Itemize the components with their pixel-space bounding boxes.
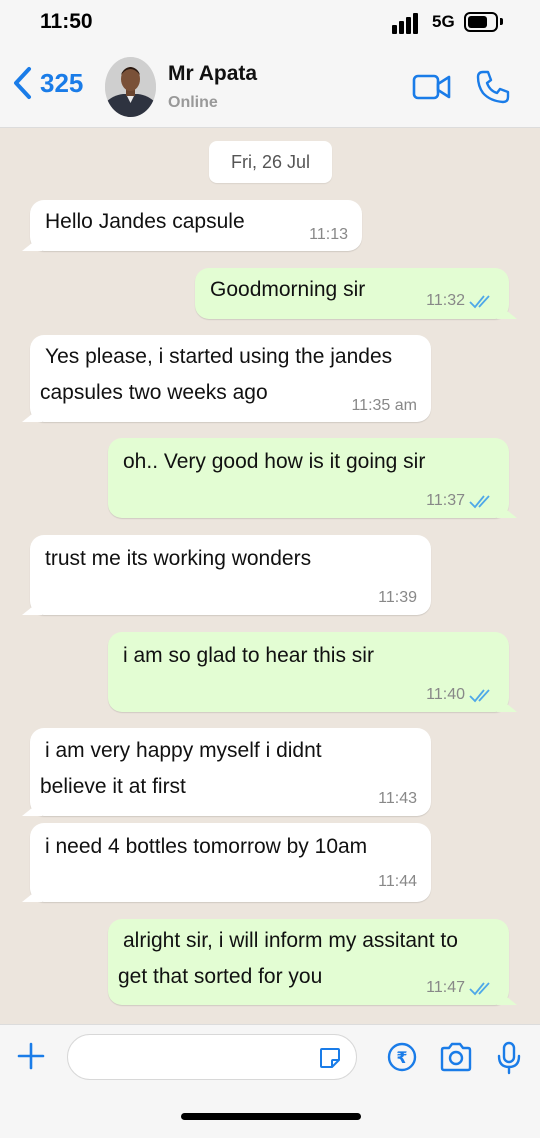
payment-icon[interactable]: ₹ bbox=[386, 1041, 418, 1078]
message-outgoing[interactable]: i am so glad to hear this sir 11:40 bbox=[108, 632, 509, 712]
message-text: capsules two weeks ago bbox=[40, 381, 268, 404]
message-input-bar: ₹ bbox=[0, 1024, 540, 1138]
read-receipt-icon bbox=[469, 689, 490, 703]
message-text: alright sir, i will inform my assitant t… bbox=[123, 929, 458, 952]
message-time: 11:37 bbox=[426, 492, 465, 509]
svg-text:₹: ₹ bbox=[396, 1048, 407, 1067]
message-outgoing[interactable]: Goodmorning sir 11:32 bbox=[195, 268, 509, 319]
battery-icon bbox=[464, 12, 498, 32]
message-incoming[interactable]: Yes please, i started using the jandes c… bbox=[30, 335, 431, 422]
status-time: 11:50 bbox=[40, 10, 93, 33]
message-time: 11:40 bbox=[426, 686, 465, 703]
voice-call-icon[interactable] bbox=[474, 68, 512, 111]
message-incoming[interactable]: trust me its working wonders 11:39 bbox=[30, 535, 431, 615]
message-text: Goodmorning sir bbox=[210, 278, 366, 301]
contact-photo bbox=[105, 57, 156, 117]
message-outgoing[interactable]: alright sir, i will inform my assitant t… bbox=[108, 919, 509, 1005]
read-receipt-icon bbox=[469, 295, 490, 309]
message-time: 11:35 am bbox=[351, 397, 417, 414]
message-text: trust me its working wonders bbox=[45, 547, 312, 570]
message-incoming[interactable]: i am very happy myself i didnt believe i… bbox=[30, 728, 431, 816]
message-text: get that sorted for you bbox=[118, 965, 323, 988]
message-outgoing[interactable]: oh.. Very good how is it going sir 11:37 bbox=[108, 438, 509, 518]
chat-header: 325 Mr Apata Online bbox=[0, 46, 540, 128]
chat-area[interactable]: Fri, 26 Jul Hello Jandes capsule 11:13 G… bbox=[0, 129, 540, 1024]
message-text: i am so glad to hear this sir bbox=[123, 644, 374, 667]
status-bar: 11:50 5G bbox=[0, 0, 540, 46]
message-time: 11:43 bbox=[378, 790, 417, 807]
chevron-left-icon bbox=[14, 67, 31, 99]
read-receipt-icon bbox=[469, 495, 490, 509]
battery-tip bbox=[500, 18, 503, 25]
date-chip: Fri, 26 Jul bbox=[209, 141, 332, 183]
message-time: 11:32 bbox=[426, 292, 465, 309]
message-time: 11:39 bbox=[378, 589, 417, 606]
message-field[interactable] bbox=[67, 1034, 357, 1080]
message-incoming[interactable]: Hello Jandes capsule 11:13 bbox=[30, 200, 362, 251]
camera-icon[interactable] bbox=[439, 1041, 473, 1078]
message-text: oh.. Very good how is it going sir bbox=[123, 450, 426, 473]
message-input[interactable] bbox=[84, 1035, 304, 1079]
video-call-icon[interactable] bbox=[412, 68, 452, 111]
message-time: 11:44 bbox=[378, 873, 417, 890]
message-time: 11:13 bbox=[309, 226, 348, 243]
plus-icon[interactable] bbox=[16, 1041, 46, 1076]
signal-strength-icon bbox=[392, 12, 422, 34]
read-receipt-icon bbox=[469, 982, 490, 996]
contact-name[interactable]: Mr Apata bbox=[168, 62, 257, 86]
message-text: i need 4 bottles tomorrow by 10am bbox=[45, 835, 368, 858]
message-text: Yes please, i started using the jandes bbox=[45, 345, 393, 368]
sticker-icon[interactable] bbox=[318, 1046, 342, 1075]
message-text: i am very happy myself i didnt bbox=[45, 739, 322, 762]
message-time: 11:47 bbox=[426, 979, 465, 996]
back-button[interactable]: 325 bbox=[12, 66, 83, 100]
unread-count: 325 bbox=[40, 67, 84, 98]
avatar[interactable] bbox=[105, 57, 156, 117]
message-incoming[interactable]: i need 4 bottles tomorrow by 10am 11:44 bbox=[30, 823, 431, 902]
network-type: 5G bbox=[432, 12, 455, 31]
home-indicator[interactable] bbox=[181, 1113, 361, 1120]
message-text: Hello Jandes capsule bbox=[45, 210, 245, 233]
message-text: believe it at first bbox=[40, 775, 186, 798]
microphone-icon[interactable] bbox=[495, 1041, 523, 1080]
contact-status: Online bbox=[168, 94, 218, 111]
